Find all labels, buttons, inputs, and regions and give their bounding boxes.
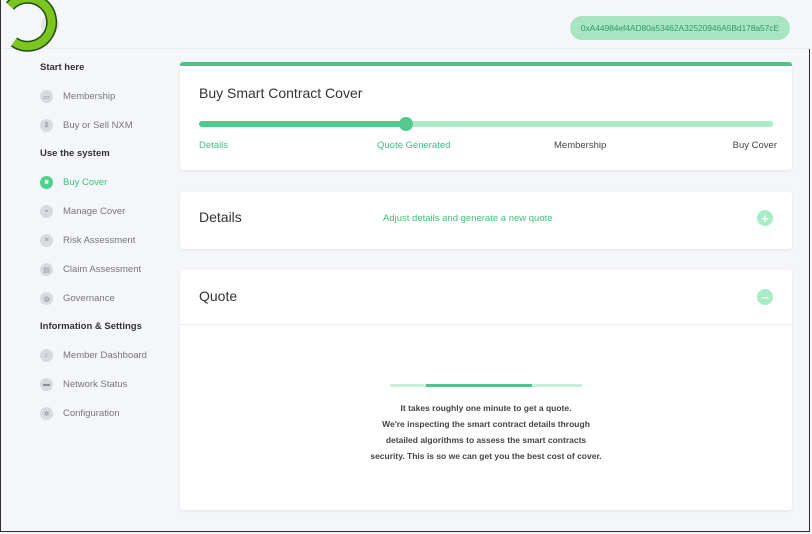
quote-message-line: We're inspecting the smart contract deta… (382, 419, 590, 429)
page-title: Buy Smart Contract Cover (199, 85, 363, 101)
membership-icon: ▭ (40, 90, 53, 103)
sidebar-item-label: Claim Assessment (63, 264, 142, 275)
quote-message-line: security. This is so we can get you the … (370, 451, 602, 461)
details-title: Details (199, 209, 242, 225)
sidebar-item-label: Buy or Sell NXM (63, 120, 133, 131)
buy-cover-progress-card: Buy Smart Contract Cover Details Quote G… (180, 62, 792, 170)
progress-track (199, 117, 773, 131)
sidebar-section-use-the-system: Use the system (40, 148, 110, 159)
sidebar-item-governance[interactable]: ◍ Governance (28, 284, 168, 313)
step-buy-cover: Buy Cover (732, 140, 777, 151)
sidebar-item-network-status[interactable]: ▬ Network Status (28, 370, 168, 399)
loading-bar-fill (426, 384, 532, 387)
sidebar-item-label: Manage Cover (63, 206, 126, 217)
plus-icon[interactable]: + (757, 210, 773, 226)
sidebar: Start here ▭ Membership $ Buy or Sell NX… (28, 62, 168, 428)
home-icon: ⌂ (40, 349, 53, 362)
sidebar-item-manage-cover[interactable]: ▪ Manage Cover (28, 197, 168, 226)
quote-title: Quote (199, 288, 238, 304)
sidebar-item-buy-sell-nxm[interactable]: $ Buy or Sell NXM (28, 111, 168, 140)
sidebar-item-label: Buy Cover (63, 177, 108, 188)
progress-fill (199, 121, 406, 127)
progress-steps: Details Quote Generated Membership Buy C… (199, 140, 777, 154)
step-quote-generated: Quote Generated (377, 140, 451, 151)
sidebar-item-member-dashboard[interactable]: ⌂ Member Dashboard (28, 341, 168, 370)
sidebar-item-label: Member Dashboard (63, 350, 147, 361)
monitor-icon: ▬ (40, 378, 53, 391)
sidebar-item-configuration[interactable]: ✲ Configuration (28, 399, 168, 428)
progress-knob (398, 117, 413, 131)
top-bar: 0xA44984ef4AD80a53462A32520946A5Bd178a57… (2, 0, 810, 52)
quote-message-line: detailed algorithms to assess the smart … (385, 435, 587, 445)
sidebar-item-claim-assessment[interactable]: ▤ Claim Assessment (28, 255, 168, 284)
sidebar-section-information-settings: Information & Settings (40, 321, 142, 332)
quote-header: Quote − (180, 270, 792, 325)
briefcase-icon: ▪ (40, 205, 53, 218)
globe-icon: ◍ (40, 292, 53, 305)
details-card: Details Adjust details and generate a ne… (180, 192, 792, 249)
archive-icon: ▤ (40, 263, 53, 276)
loading-bar (390, 384, 582, 387)
sidebar-item-label: Configuration (63, 408, 120, 419)
sidebar-item-buy-cover[interactable]: ■ Buy Cover (28, 168, 168, 197)
sidebar-item-label: Membership (63, 91, 116, 102)
sidebar-item-label: Governance (63, 293, 115, 304)
bank-icon: ≡ (40, 234, 53, 247)
quote-loading-message: It takes roughly one minute to get a quo… (180, 400, 792, 464)
sidebar-item-risk-assessment[interactable]: ≡ Risk Assessment (28, 226, 168, 255)
quote-card: Quote − It takes roughly one minute to g… (180, 270, 792, 510)
sidebar-item-label: Network Status (63, 379, 128, 390)
dollar-icon: $ (40, 119, 53, 132)
quote-message-line: It takes roughly one minute to get a quo… (400, 403, 572, 413)
account-address-badge[interactable]: 0xA44984ef4AD80a53462A32520946A5Bd178a57… (569, 16, 790, 40)
sidebar-section-start-here: Start here (40, 62, 85, 73)
lock-icon: ■ (40, 176, 53, 189)
sidebar-item-label: Risk Assessment (63, 235, 136, 246)
gear-icon: ✲ (40, 407, 53, 420)
adjust-details-link[interactable]: Adjust details and generate a new quote (383, 213, 553, 224)
minus-icon[interactable]: − (757, 289, 773, 305)
step-details: Details (199, 140, 229, 151)
sidebar-item-membership[interactable]: ▭ Membership (28, 82, 168, 111)
step-membership: Membership (554, 140, 607, 151)
logo-icon (5, 0, 59, 52)
